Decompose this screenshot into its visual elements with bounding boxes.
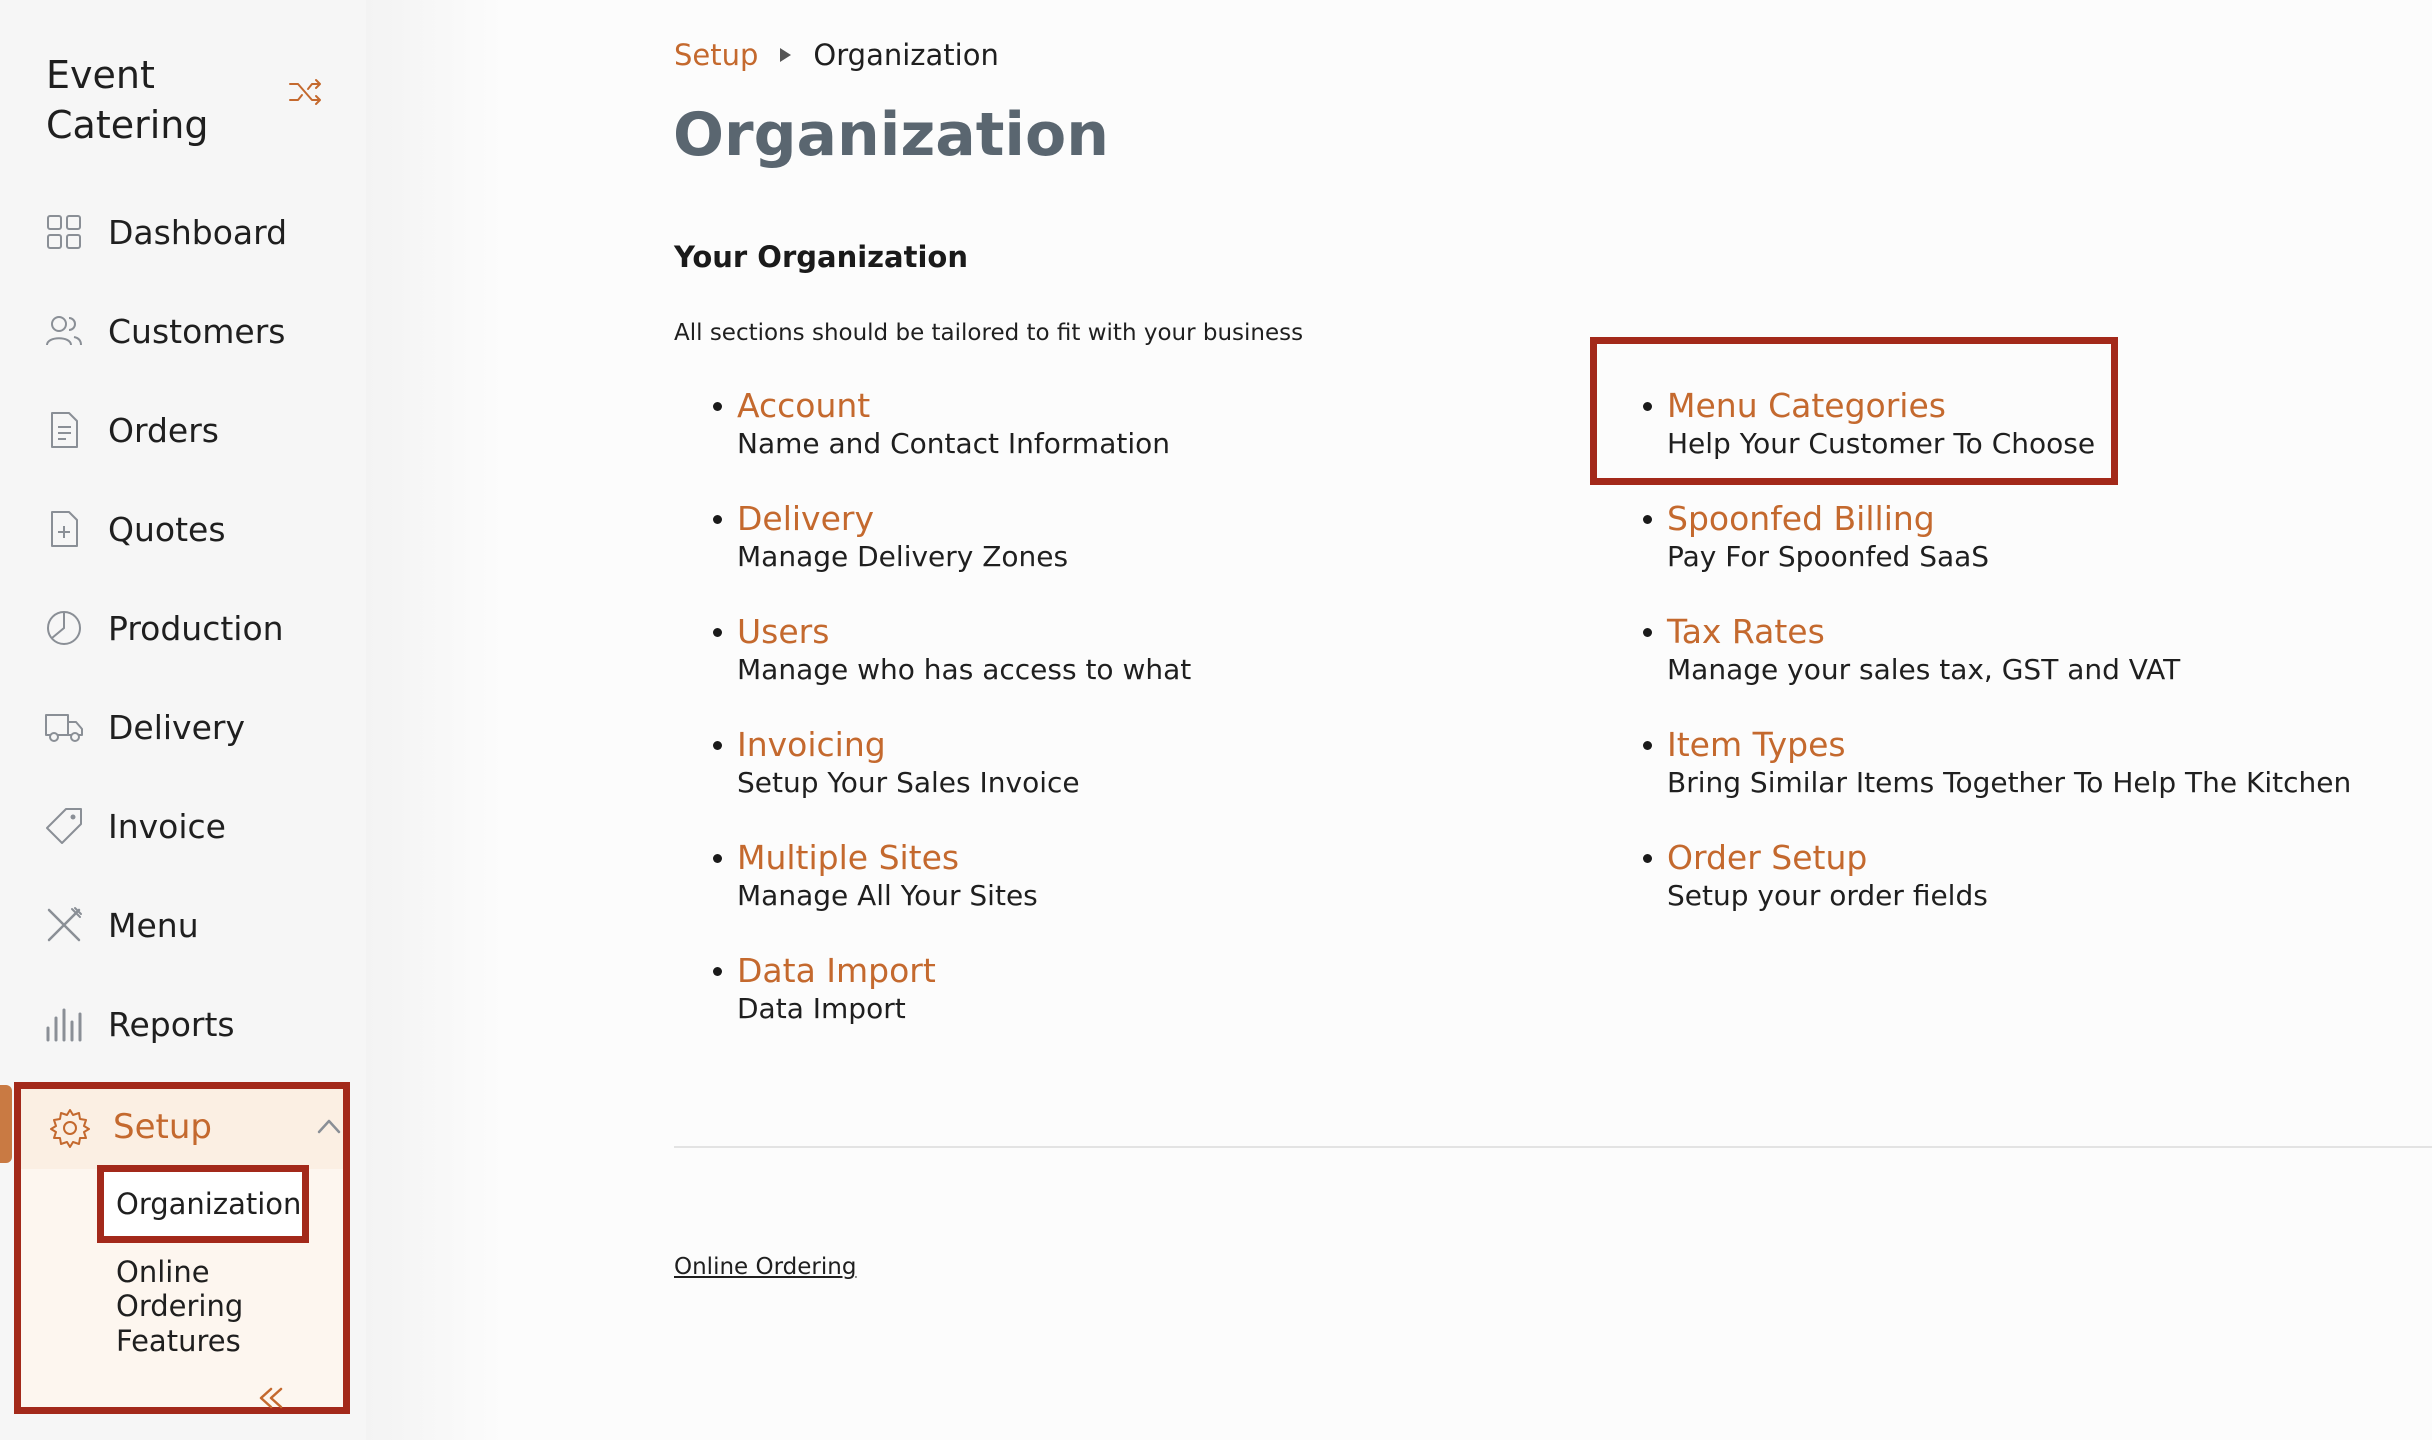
list-item: Data Import Data Import <box>713 951 936 1027</box>
list-item: Menu Categories Help Your Customer To Ch… <box>1643 386 2096 462</box>
entry-description: Manage who has access to what <box>737 653 1192 686</box>
list-item: Account Name and Contact Information <box>713 386 1171 462</box>
list-item: Invoicing Setup Your Sales Invoice <box>713 725 1080 801</box>
sidebar-item-quotes[interactable]: Quotes <box>0 489 366 569</box>
sidebar-item-label: Dashboard <box>108 212 288 252</box>
breadcrumb-separator-icon <box>780 48 792 62</box>
truck-icon <box>45 714 83 742</box>
users-link[interactable]: Users <box>737 612 1191 652</box>
sidebar-item-dashboard[interactable]: Dashboard <box>0 192 366 272</box>
entry-description: Name and Contact Information <box>737 427 1171 460</box>
page-title: Organization <box>673 100 1109 170</box>
utensils-icon <box>47 907 82 942</box>
breadcrumb-setup-link[interactable]: Setup <box>674 38 758 72</box>
bullet <box>713 402 722 411</box>
grid-icon <box>47 215 81 249</box>
entry-description: Manage Delivery Zones <box>737 540 1069 573</box>
sidebar-subitem-features[interactable]: Features <box>116 1324 241 1358</box>
sidebar-subitem-online-ordering[interactable]: Online Ordering <box>116 1255 343 1323</box>
setup-group: Setup Organization Online Ordering Featu… <box>14 1082 350 1414</box>
bullet <box>1643 402 1652 411</box>
sidebar-item-menu[interactable]: Menu <box>0 885 366 965</box>
entry-description: Help Your Customer To Choose <box>1667 427 2096 460</box>
sidebar-item-label: Setup <box>113 1107 212 1147</box>
sidebar-item-label: Customers <box>108 311 286 351</box>
multiple-sites-link[interactable]: Multiple Sites <box>737 838 1038 878</box>
spoonfed-billing-link[interactable]: Spoonfed Billing <box>1667 499 1989 539</box>
list-item: Order Setup Setup your order fields <box>1643 838 1988 914</box>
bullet <box>713 741 722 750</box>
delivery-link[interactable]: Delivery <box>737 499 1068 539</box>
brand-name: Event Catering <box>46 53 209 147</box>
main-content <box>366 0 2432 1440</box>
entry-description: Setup Your Sales Invoice <box>737 766 1080 799</box>
entry-description: Pay For Spoonfed SaaS <box>1667 540 1990 573</box>
list-item: Spoonfed Billing Pay For Spoonfed SaaS <box>1643 499 1990 575</box>
section-title: Your Organization <box>674 240 968 274</box>
sidebar-item-setup[interactable]: Setup <box>21 1089 343 1169</box>
entry-description: Bring Similar Items Together To Help The… <box>1667 766 2352 799</box>
sidebar-item-label: Invoice <box>108 806 226 846</box>
menu-categories-link[interactable]: Menu Categories <box>1667 386 2095 426</box>
sidebar-item-label: Menu <box>108 905 199 945</box>
list-item: Item Types Bring Similar Items Together … <box>1643 725 2352 801</box>
sidebar-item-label: Reports <box>108 1004 235 1044</box>
online-ordering-link[interactable]: Online Ordering <box>674 1254 856 1280</box>
file-plus-icon <box>51 511 78 547</box>
item-types-link[interactable]: Item Types <box>1667 725 2351 765</box>
order-setup-link[interactable]: Order Setup <box>1667 838 1988 878</box>
bullet <box>1643 628 1652 637</box>
list-item: Multiple Sites Manage All Your Sites <box>713 838 1038 914</box>
pie-chart-icon <box>47 611 81 645</box>
entry-description: Manage your sales tax, GST and VAT <box>1667 653 2181 686</box>
account-link[interactable]: Account <box>737 386 1170 426</box>
bullet <box>713 854 722 863</box>
sidebar-item-orders[interactable]: Orders <box>0 390 366 470</box>
sidebar-item-customers[interactable]: Customers <box>0 291 366 371</box>
sidebar-item-invoice[interactable]: Invoice <box>0 786 366 866</box>
shuffle-icon[interactable] <box>288 78 324 106</box>
bullet <box>1643 515 1652 524</box>
tax-rates-link[interactable]: Tax Rates <box>1667 612 2180 652</box>
bullet <box>713 628 722 637</box>
users-icon <box>46 316 82 346</box>
breadcrumb-current: Organization <box>813 38 999 72</box>
tag-icon <box>46 808 82 844</box>
sidebar-item-label: Production <box>108 608 284 648</box>
bullet <box>1643 741 1652 750</box>
section-description: All sections should be tailored to fit w… <box>674 320 1304 346</box>
list-item: Delivery Manage Delivery Zones <box>713 499 1069 575</box>
breadcrumb: Setup Organization <box>674 38 999 72</box>
bullet <box>713 515 722 524</box>
entry-description: Manage All Your Sites <box>737 879 1038 912</box>
bullet <box>1643 854 1652 863</box>
chevron-up-icon[interactable] <box>315 1115 343 1137</box>
sidebar-item-label: Delivery <box>108 707 245 747</box>
entry-description: Setup your order fields <box>1667 879 1988 912</box>
sidebar: Event Catering Dashboard Customers Order… <box>0 0 366 1440</box>
sidebar-subitem-organization[interactable]: Organization <box>97 1165 309 1243</box>
sidebar-item-label: Quotes <box>108 509 226 549</box>
data-import-link[interactable]: Data Import <box>737 951 936 991</box>
sidebar-item-production[interactable]: Production <box>0 588 366 668</box>
entry-description: Data Import <box>737 992 906 1025</box>
sidebar-item-delivery[interactable]: Delivery <box>0 687 366 767</box>
list-item: Users Manage who has access to what <box>713 612 1192 688</box>
collapse-sidebar-icon[interactable] <box>255 1385 287 1411</box>
document-icon <box>51 412 78 448</box>
bullet <box>713 967 722 976</box>
active-indicator <box>0 1085 12 1163</box>
divider <box>674 1146 2432 1148</box>
sidebar-item-reports[interactable]: Reports <box>0 984 366 1064</box>
sidebar-shadow <box>366 0 506 1440</box>
list-item: Tax Rates Manage your sales tax, GST and… <box>1643 612 2181 688</box>
invoicing-link[interactable]: Invoicing <box>737 725 1080 765</box>
sidebar-item-label: Orders <box>108 410 219 450</box>
gear-icon <box>50 1109 90 1148</box>
bar-chart-icon <box>46 1008 82 1042</box>
